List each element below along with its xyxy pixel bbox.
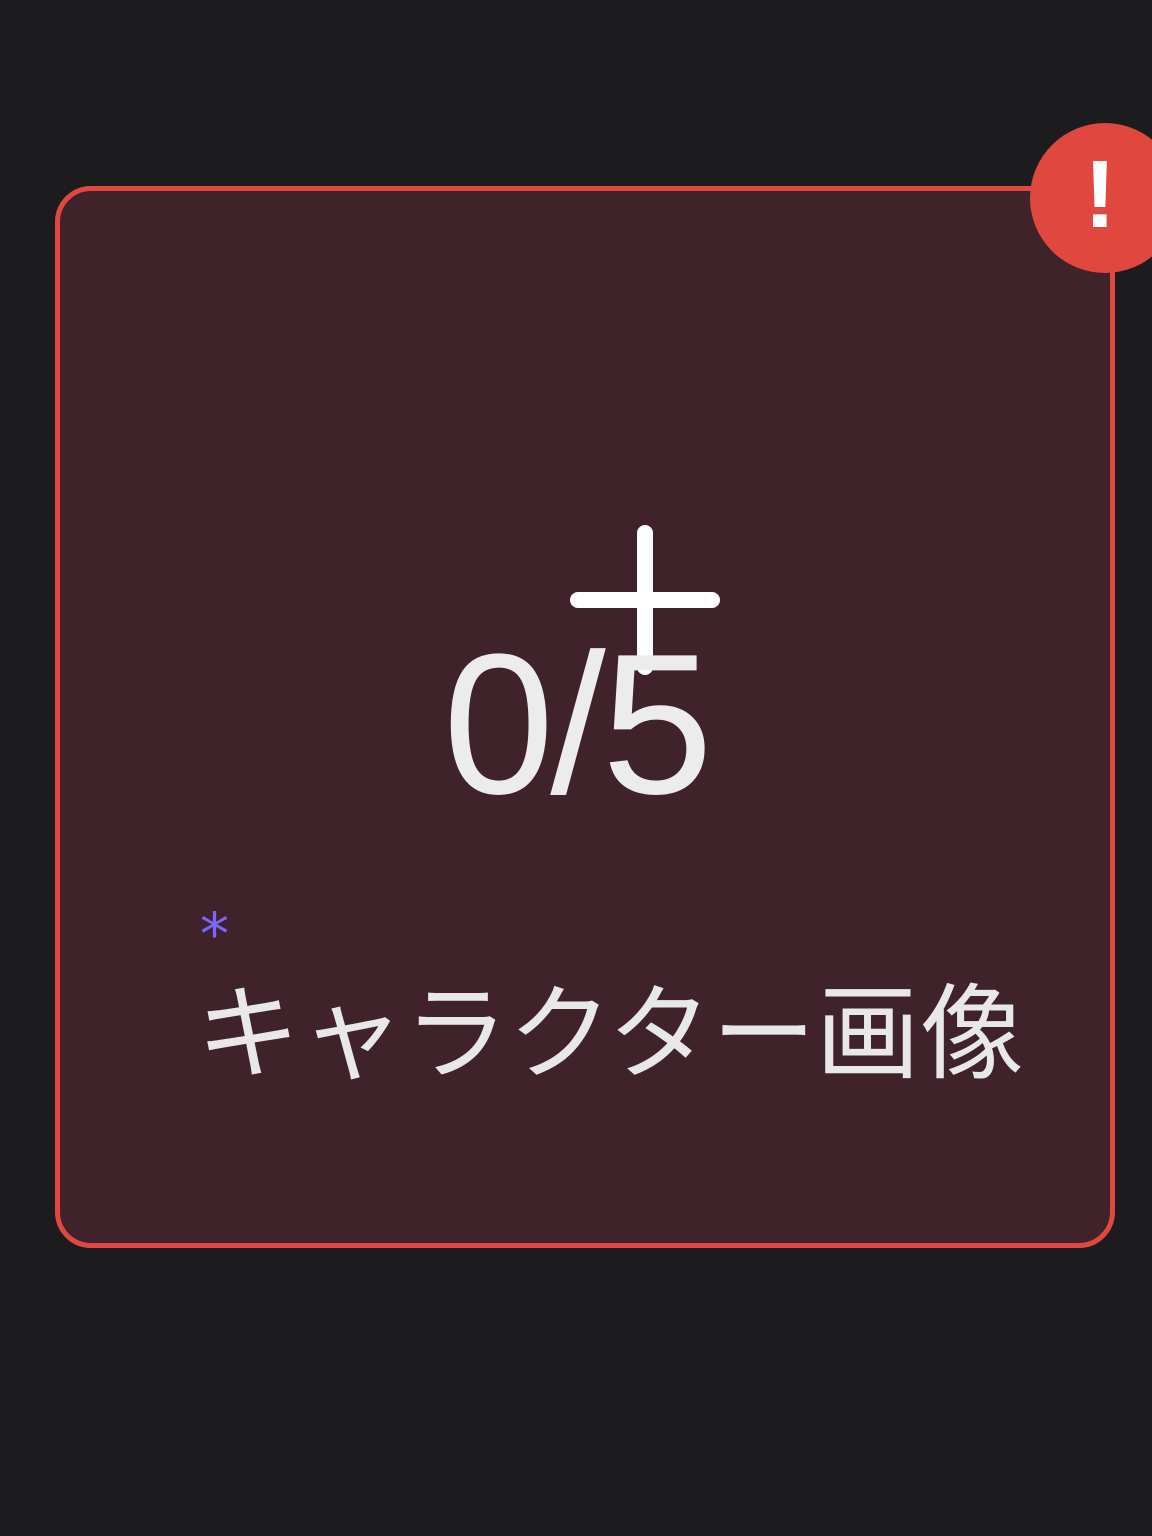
upload-count: 0/5 [442, 613, 713, 836]
field-label: キャラクター画像 [196, 973, 1024, 1095]
page: 0/5 * キャラクター画像 ! [0, 0, 1152, 1536]
field-label-container: キャラクター画像 [60, 950, 1110, 1174]
exclamation-icon: ! [1084, 141, 1116, 248]
